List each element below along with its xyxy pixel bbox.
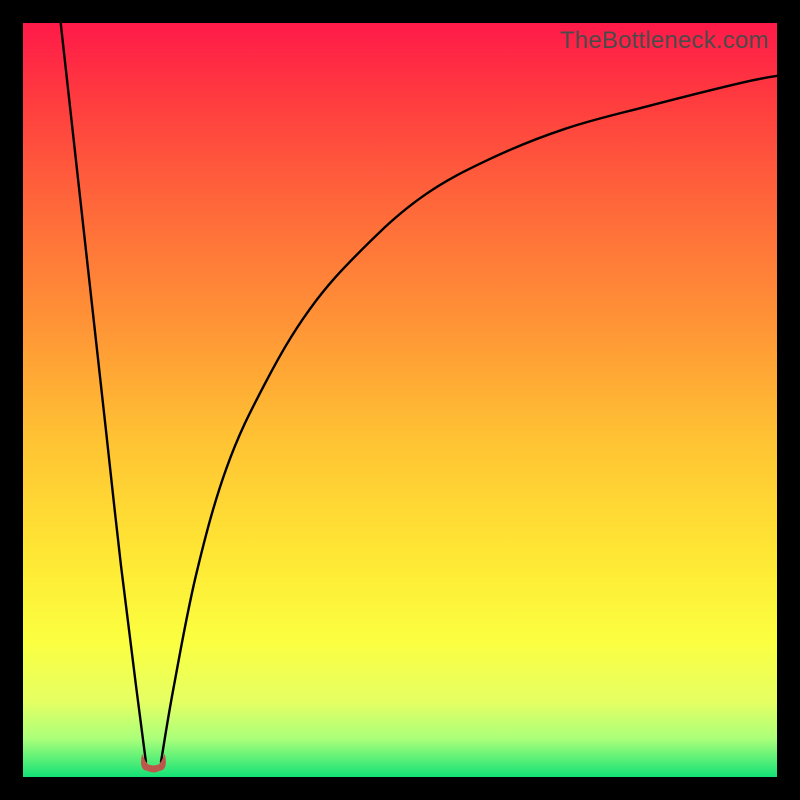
- watermark-label: TheBottleneck.com: [560, 27, 769, 55]
- chart-frame: TheBottleneck.com: [0, 0, 800, 800]
- gradient-background: [23, 23, 777, 777]
- bottleneck-curve-chart: [23, 23, 777, 777]
- plot-area: TheBottleneck.com: [23, 23, 777, 777]
